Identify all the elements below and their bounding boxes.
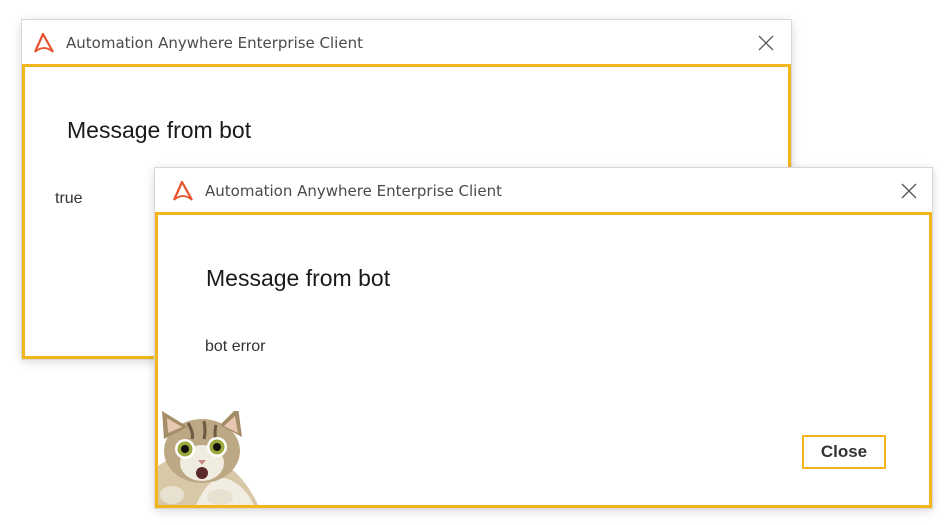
back-dialog-title: Automation Anywhere Enterprise Client bbox=[66, 34, 363, 52]
front-dialog-message: bot error bbox=[205, 338, 266, 355]
front-dialog-titlebar[interactable]: Automation Anywhere Enterprise Client bbox=[155, 168, 932, 215]
front-dialog-heading: Message from bot bbox=[206, 265, 391, 291]
close-icon[interactable] bbox=[898, 180, 920, 202]
back-dialog-titlebar[interactable]: Automation Anywhere Enterprise Client bbox=[22, 20, 791, 67]
front-dialog-body: Message from bot bot error Close bbox=[155, 215, 932, 508]
back-dialog-message: true bbox=[55, 190, 83, 207]
front-dialog: Automation Anywhere Enterprise Client Me… bbox=[155, 168, 932, 508]
close-button[interactable]: Close bbox=[802, 435, 886, 469]
front-dialog-title: Automation Anywhere Enterprise Client bbox=[205, 182, 502, 200]
close-icon[interactable] bbox=[755, 32, 777, 54]
automation-anywhere-logo-icon bbox=[33, 32, 54, 53]
surprised-cat-sticker bbox=[158, 411, 258, 505]
automation-anywhere-logo-icon bbox=[172, 180, 193, 201]
back-dialog-heading: Message from bot bbox=[67, 117, 252, 143]
